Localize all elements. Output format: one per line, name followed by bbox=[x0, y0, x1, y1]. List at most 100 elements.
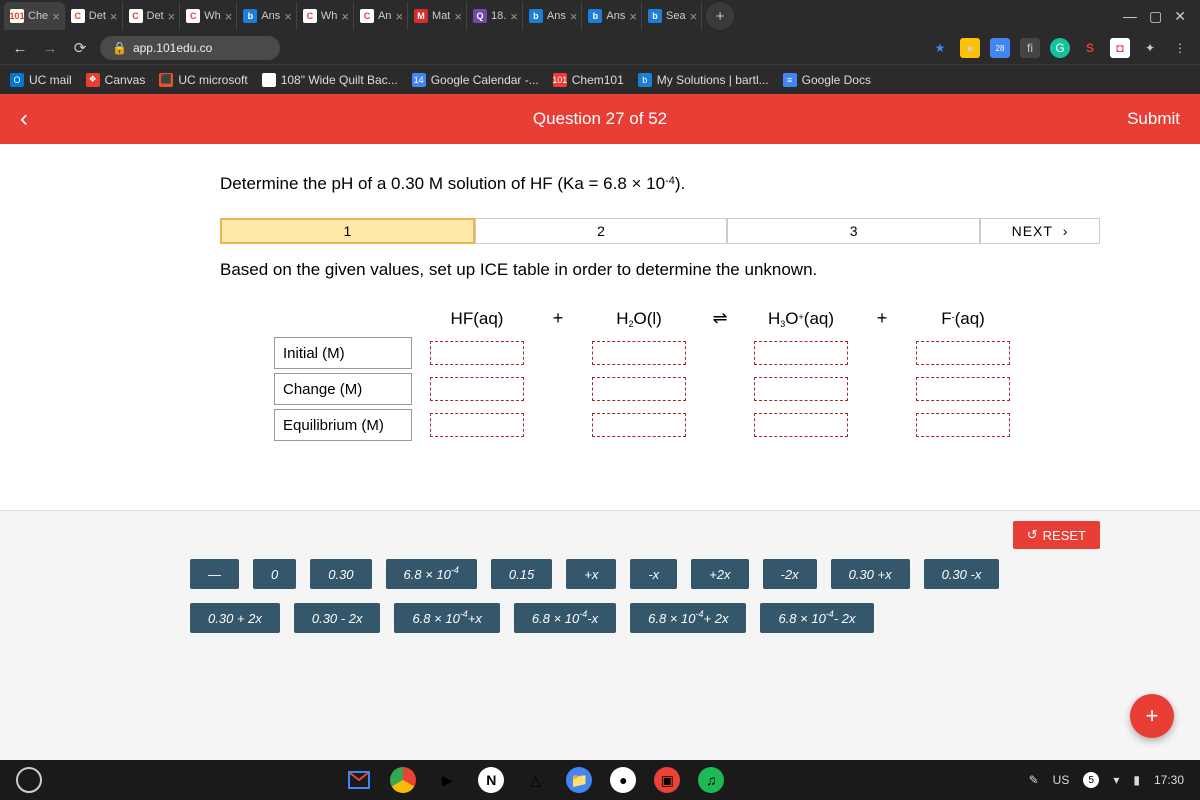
browser-tab[interactable]: CAn× bbox=[354, 2, 408, 30]
reset-button[interactable]: ↺RESET bbox=[1013, 521, 1100, 549]
extension-icon[interactable]: fi bbox=[1020, 38, 1040, 58]
next-button[interactable]: NEXT › bbox=[980, 218, 1100, 244]
new-tab-button[interactable]: + bbox=[706, 2, 734, 30]
ice-cell-input[interactable] bbox=[592, 341, 686, 365]
browser-tab[interactable]: bAns× bbox=[582, 2, 642, 30]
answer-chip[interactable]: -x bbox=[630, 559, 677, 589]
answer-chip[interactable]: +x bbox=[566, 559, 616, 589]
answer-chip[interactable]: 0.15 bbox=[491, 559, 552, 589]
gallery-icon[interactable]: ▣ bbox=[654, 767, 680, 793]
close-tab-icon[interactable]: × bbox=[168, 9, 176, 24]
close-tab-icon[interactable]: × bbox=[395, 9, 403, 24]
notion-icon[interactable]: N bbox=[478, 767, 504, 793]
gmail-icon[interactable] bbox=[346, 767, 372, 793]
answer-chip[interactable]: +2x bbox=[691, 559, 748, 589]
ice-cell-input[interactable] bbox=[916, 413, 1010, 437]
reload-button[interactable]: ⟳ bbox=[70, 38, 90, 58]
forward-button[interactable]: → bbox=[40, 38, 60, 58]
battery-icon[interactable]: ▮ bbox=[1133, 773, 1140, 787]
browser-tab[interactable]: bSea× bbox=[642, 2, 702, 30]
fab-add-button[interactable]: + bbox=[1130, 694, 1174, 738]
answer-chip[interactable]: 6.8 × 10-4 - x bbox=[514, 603, 616, 633]
step-2[interactable]: 2 bbox=[475, 218, 728, 244]
bookmark-item[interactable]: ⬛UC microsoft bbox=[159, 73, 247, 87]
spotify-icon[interactable]: ♫ bbox=[698, 767, 724, 793]
extension-icon[interactable]: 28 bbox=[990, 38, 1010, 58]
close-tab-icon[interactable]: × bbox=[510, 9, 518, 24]
ice-cell-input[interactable] bbox=[916, 341, 1010, 365]
answer-chip[interactable]: 6.8 × 10-4 + x bbox=[394, 603, 499, 633]
back-button[interactable]: ← bbox=[10, 38, 30, 58]
extension-icon[interactable]: S bbox=[1080, 38, 1100, 58]
chrome-icon[interactable] bbox=[390, 767, 416, 793]
launcher-icon[interactable] bbox=[16, 767, 42, 793]
step-1[interactable]: 1 bbox=[220, 218, 475, 244]
extension-icon[interactable]: ● bbox=[960, 38, 980, 58]
answer-chip[interactable]: 6.8 × 10-4 bbox=[386, 559, 477, 589]
browser-tab[interactable]: Q18.× bbox=[467, 2, 523, 30]
answer-chip[interactable]: 6.8 × 10-4 + 2x bbox=[630, 603, 746, 633]
minimize-icon[interactable]: — bbox=[1123, 8, 1137, 25]
bookmark-item[interactable]: bMy Solutions | bartl... bbox=[638, 73, 769, 87]
answer-chip[interactable]: -2x bbox=[763, 559, 817, 589]
answer-chip[interactable]: 0.30 + 2x bbox=[190, 603, 280, 633]
close-tab-icon[interactable]: × bbox=[284, 9, 292, 24]
pen-icon[interactable]: ✎ bbox=[1029, 773, 1039, 787]
answer-chip[interactable]: 0.30 + x bbox=[831, 559, 910, 589]
close-tab-icon[interactable]: × bbox=[225, 9, 233, 24]
ice-cell-input[interactable] bbox=[592, 377, 686, 401]
bookmark-item[interactable]: 101Chem101 bbox=[553, 73, 624, 87]
browser-tab[interactable]: 101Che× bbox=[4, 2, 65, 30]
bookmark-item[interactable]: OUC mail bbox=[10, 73, 72, 87]
star-icon[interactable]: ★ bbox=[930, 38, 950, 58]
wifi-icon[interactable]: ▾ bbox=[1113, 773, 1119, 787]
bookmark-item[interactable]: ≡Google Docs bbox=[783, 73, 871, 87]
browser-tab[interactable]: MMat× bbox=[408, 2, 467, 30]
maximize-icon[interactable]: ▢ bbox=[1149, 8, 1162, 25]
browser-tab[interactable]: CDet× bbox=[123, 2, 181, 30]
grammarly-icon[interactable]: G bbox=[1050, 38, 1070, 58]
answer-chip[interactable]: 6.8 × 10-4 - 2x bbox=[760, 603, 873, 633]
answer-chip[interactable]: 0.30 - x bbox=[924, 559, 1000, 589]
back-chevron-icon[interactable]: ‹ bbox=[20, 105, 28, 133]
answer-chip[interactable]: 0.30 bbox=[310, 559, 371, 589]
browser-tab[interactable]: bAns× bbox=[523, 2, 583, 30]
app-icon[interactable]: ● bbox=[610, 767, 636, 793]
close-tab-icon[interactable]: × bbox=[454, 9, 462, 24]
close-tab-icon[interactable]: × bbox=[629, 9, 637, 24]
answer-chip[interactable]: 0.30 - 2x bbox=[294, 603, 381, 633]
url-input[interactable]: 🔒 app.101edu.co bbox=[100, 36, 280, 60]
browser-tab[interactable]: bAns× bbox=[237, 2, 297, 30]
step-3[interactable]: 3 bbox=[727, 218, 980, 244]
menu-icon[interactable]: ⋮ bbox=[1170, 38, 1190, 58]
extensions-menu-icon[interactable]: ✦ bbox=[1140, 38, 1160, 58]
ice-cell-input[interactable] bbox=[430, 377, 524, 401]
bookmark-item[interactable]: 14Google Calendar -... bbox=[412, 73, 539, 87]
close-tab-icon[interactable]: × bbox=[570, 9, 578, 24]
browser-tab[interactable]: CWh× bbox=[180, 2, 237, 30]
clock[interactable]: 17:30 bbox=[1154, 773, 1184, 787]
close-tab-icon[interactable]: × bbox=[341, 9, 349, 24]
ice-cell-input[interactable] bbox=[592, 413, 686, 437]
ice-cell-input[interactable] bbox=[754, 413, 848, 437]
bookmark-item[interactable]: G108" Wide Quilt Bac... bbox=[262, 73, 398, 87]
answer-chip[interactable]: 0 bbox=[253, 559, 296, 589]
ice-cell-input[interactable] bbox=[916, 377, 1010, 401]
keyboard-layout[interactable]: US bbox=[1053, 773, 1070, 787]
files-icon[interactable]: 📁 bbox=[566, 767, 592, 793]
notification-badge[interactable]: 5 bbox=[1083, 772, 1099, 788]
close-tab-icon[interactable]: × bbox=[52, 9, 60, 24]
close-window-icon[interactable]: ✕ bbox=[1174, 8, 1186, 25]
ice-cell-input[interactable] bbox=[754, 341, 848, 365]
extension-icon[interactable]: ◘ bbox=[1110, 38, 1130, 58]
play-store-icon[interactable]: ▶ bbox=[434, 767, 460, 793]
ice-cell-input[interactable] bbox=[430, 341, 524, 365]
drive-icon[interactable]: △ bbox=[522, 767, 548, 793]
browser-tab[interactable]: CDet× bbox=[65, 2, 123, 30]
submit-button[interactable]: Submit bbox=[1127, 109, 1180, 129]
bookmark-item[interactable]: ❖Canvas bbox=[86, 73, 146, 87]
close-tab-icon[interactable]: × bbox=[110, 9, 118, 24]
ice-cell-input[interactable] bbox=[754, 377, 848, 401]
browser-tab[interactable]: CWh× bbox=[297, 2, 354, 30]
ice-cell-input[interactable] bbox=[430, 413, 524, 437]
